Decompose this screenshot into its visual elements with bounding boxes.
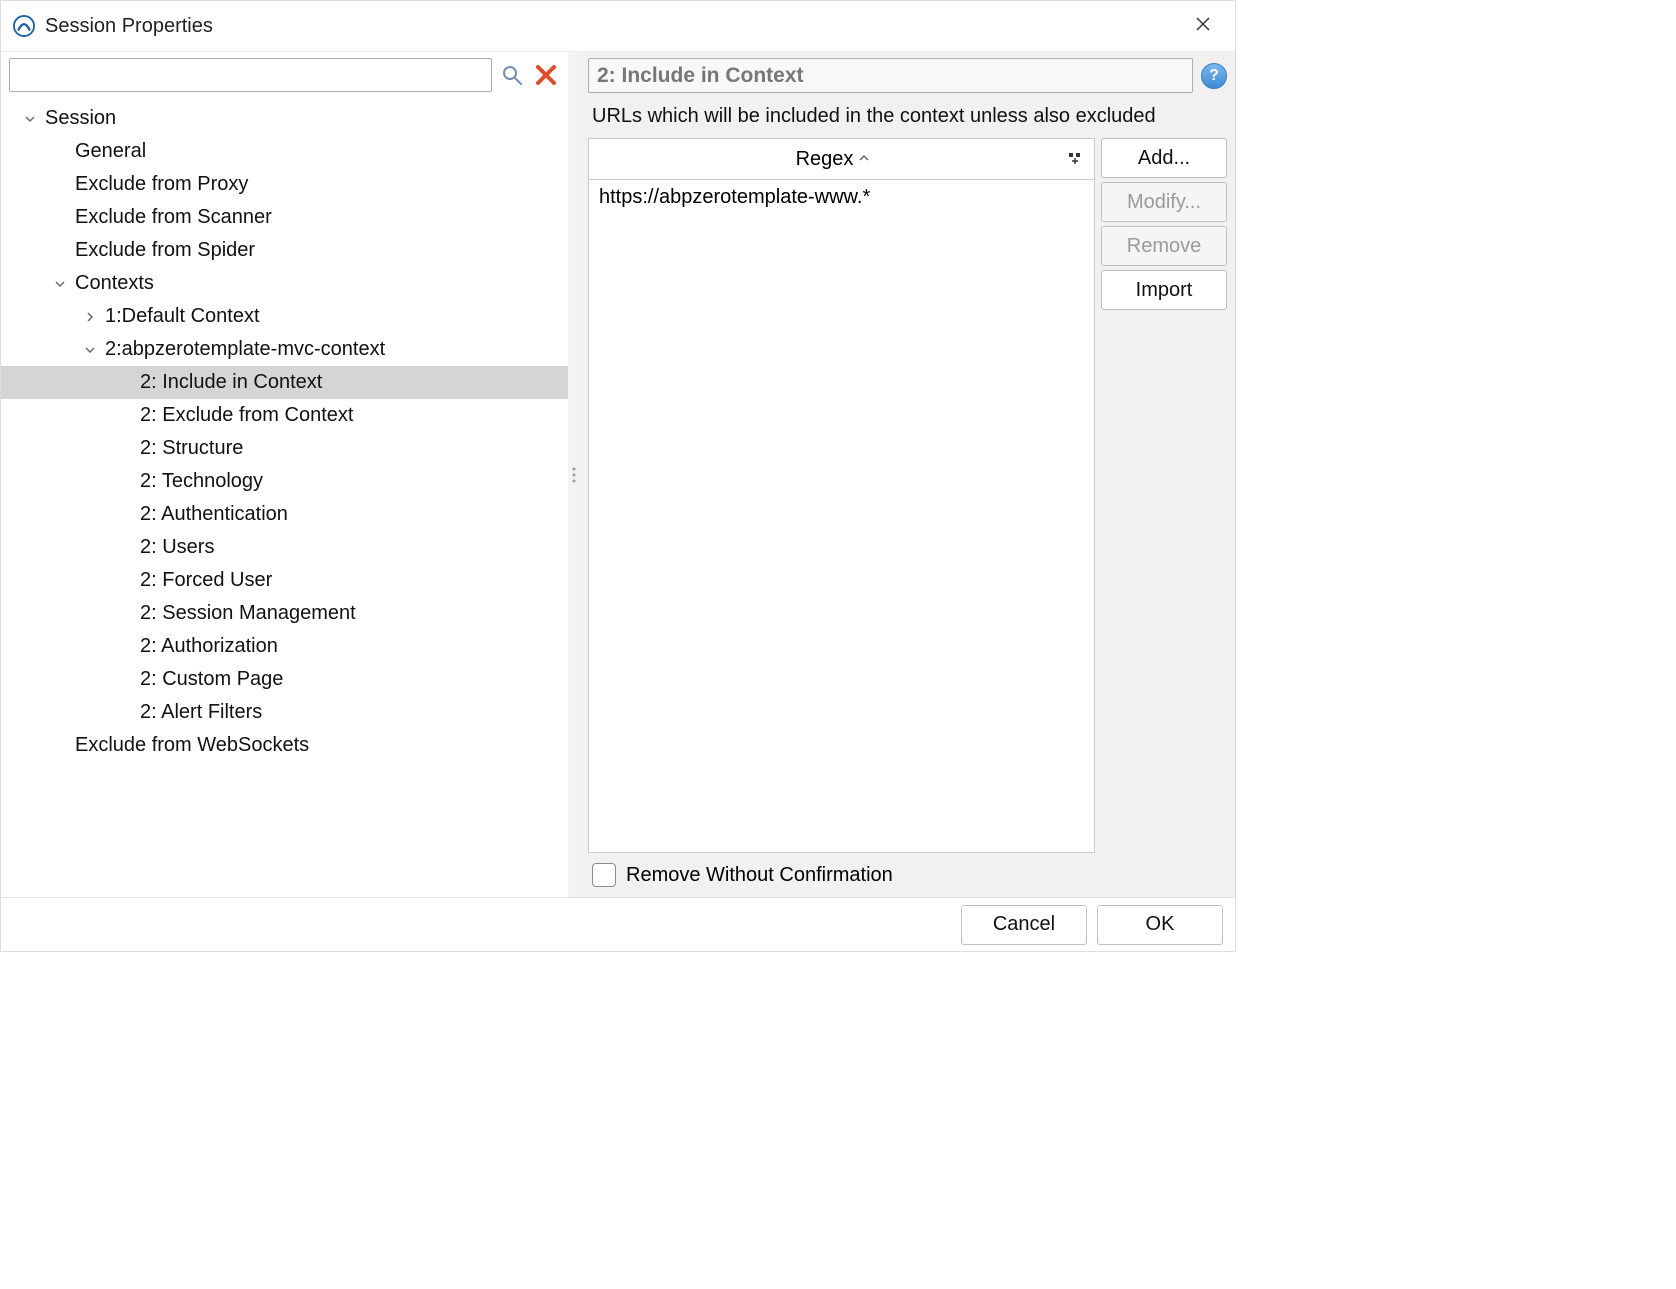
tree-label: 2: Exclude from Context <box>140 404 353 427</box>
tree-node-exclude-spider[interactable]: Exclude from Spider <box>1 234 568 267</box>
tree-label: 2: Users <box>140 536 214 559</box>
tree-label: 2: Forced User <box>140 569 272 592</box>
ok-button[interactable]: OK <box>1097 905 1223 945</box>
add-button[interactable]: Add... <box>1101 138 1227 178</box>
tree-label: Exclude from Scanner <box>75 206 272 229</box>
tree-node-session-management[interactable]: 2: Session Management <box>1 597 568 630</box>
panel-title-text: 2: Include in Context <box>597 64 804 88</box>
panel-title: 2: Include in Context <box>588 58 1193 93</box>
app-icon <box>13 15 35 37</box>
tree-node-exclude-websockets[interactable]: Exclude from WebSockets <box>1 729 568 762</box>
tree-node-exclude-from-context[interactable]: 2: Exclude from Context <box>1 399 568 432</box>
tree-label: Contexts <box>75 272 154 295</box>
tree-node-exclude-proxy[interactable]: Exclude from Proxy <box>1 168 568 201</box>
tree-label: 2: Include in Context <box>140 371 322 394</box>
tree-label: 2: Authentication <box>140 503 288 526</box>
regex-table: Regex <box>588 138 1095 853</box>
tree-label: Exclude from Proxy <box>75 173 248 196</box>
chevron-down-icon <box>51 278 69 290</box>
tree-label: 2: Technology <box>140 470 263 493</box>
window-title: Session Properties <box>45 15 1183 38</box>
tree-node-custom-page[interactable]: 2: Custom Page <box>1 663 568 696</box>
remove-without-confirmation-label: Remove Without Confirmation <box>626 864 893 887</box>
table-body: https://abpzerotemplate-www.* <box>588 180 1095 853</box>
tree-node-session[interactable]: Session <box>1 102 568 135</box>
tree-label: Session <box>45 107 116 130</box>
tree-node-exclude-scanner[interactable]: Exclude from Scanner <box>1 201 568 234</box>
tree-label: Exclude from Spider <box>75 239 255 262</box>
tree-node-contexts[interactable]: Contexts <box>1 267 568 300</box>
search-icon[interactable] <box>498 61 526 89</box>
tree-node-include-in-context[interactable]: 2: Include in Context <box>1 366 568 399</box>
nav-tree: Session General Exclude from Proxy Exclu… <box>1 98 568 897</box>
tree-label: 2: Alert Filters <box>140 701 262 724</box>
tree-node-forced-user[interactable]: 2: Forced User <box>1 564 568 597</box>
close-icon[interactable] <box>1183 15 1223 38</box>
import-button[interactable]: Import <box>1101 270 1227 310</box>
modify-button: Modify... <box>1101 182 1227 222</box>
button-column: Add... Modify... Remove Import <box>1101 138 1227 853</box>
tree-node-general[interactable]: General <box>1 135 568 168</box>
session-properties-dialog: Session Properties <box>0 0 1236 952</box>
tree-label: General <box>75 140 146 163</box>
dialog-footer: Cancel OK <box>1 897 1235 951</box>
right-pane: 2: Include in Context ? URLs which will … <box>580 52 1235 897</box>
tree-label: 2: Structure <box>140 437 243 460</box>
tree-node-structure[interactable]: 2: Structure <box>1 432 568 465</box>
sort-asc-icon <box>859 152 869 166</box>
column-menu-icon[interactable] <box>1066 150 1084 168</box>
tree-label: 2: Session Management <box>140 602 356 625</box>
tree-node-ctx1[interactable]: 1:Default Context <box>1 300 568 333</box>
help-icon[interactable]: ? <box>1201 63 1227 89</box>
table-row[interactable]: https://abpzerotemplate-www.* <box>589 180 1094 215</box>
chevron-down-icon <box>21 113 39 125</box>
tree-node-ctx2[interactable]: 2:abpzerotemplate-mvc-context <box>1 333 568 366</box>
tree-label: 2:abpzerotemplate-mvc-context <box>105 338 385 361</box>
panel-description: URLs which will be included in the conte… <box>588 93 1227 138</box>
tree-label: Exclude from WebSockets <box>75 734 309 757</box>
tree-label: 2: Custom Page <box>140 668 283 691</box>
column-header[interactable]: Regex <box>588 138 1095 180</box>
titlebar: Session Properties <box>1 1 1235 51</box>
tree-label: 1:Default Context <box>105 305 260 328</box>
tree-label: 2: Authorization <box>140 635 278 658</box>
tree-node-alert-filters[interactable]: 2: Alert Filters <box>1 696 568 729</box>
cancel-button[interactable]: Cancel <box>961 905 1087 945</box>
tree-node-authentication[interactable]: 2: Authentication <box>1 498 568 531</box>
tree-node-authorization[interactable]: 2: Authorization <box>1 630 568 663</box>
tree-node-technology[interactable]: 2: Technology <box>1 465 568 498</box>
chevron-down-icon <box>81 344 99 356</box>
chevron-right-icon <box>81 311 99 323</box>
search-input[interactable] <box>9 58 492 92</box>
tree-node-users[interactable]: 2: Users <box>1 531 568 564</box>
left-pane: Session General Exclude from Proxy Exclu… <box>1 52 568 897</box>
delete-icon[interactable] <box>532 61 560 89</box>
column-label: Regex <box>796 148 854 171</box>
splitter[interactable] <box>568 52 580 897</box>
remove-button: Remove <box>1101 226 1227 266</box>
remove-without-confirmation-checkbox[interactable] <box>592 863 616 887</box>
